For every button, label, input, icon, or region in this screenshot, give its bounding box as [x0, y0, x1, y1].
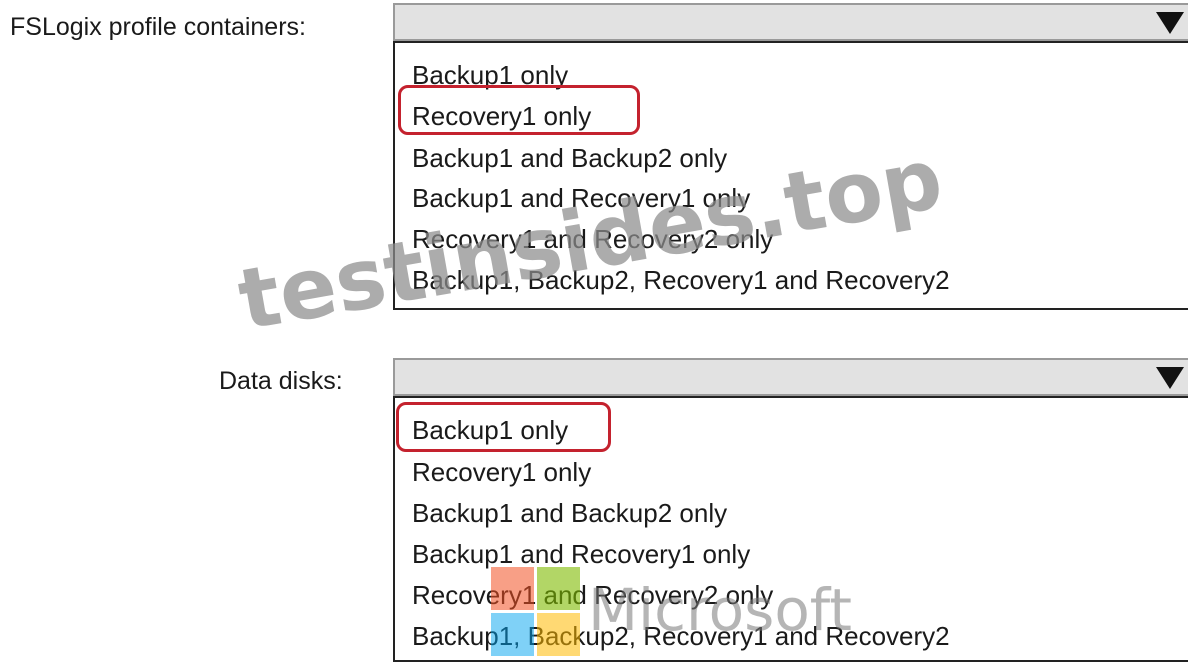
fslogix-option-recovery1-recovery2[interactable]: Recovery1 and Recovery2 only	[412, 224, 773, 254]
fslogix-label: FSLogix profile containers:	[10, 13, 306, 41]
fslogix-option-recovery1-only[interactable]: Recovery1 only	[412, 101, 591, 131]
data-disks-dropdown[interactable]	[393, 358, 1188, 396]
triangle-down-icon[interactable]	[1156, 12, 1184, 34]
fslogix-dropdown[interactable]	[393, 3, 1188, 41]
fslogix-option-all[interactable]: Backup1, Backup2, Recovery1 and Recovery…	[412, 265, 950, 295]
data-disks-option-backup1-recovery1[interactable]: Backup1 and Recovery1 only	[412, 539, 750, 569]
data-disks-option-all[interactable]: Backup1, Backup2, Recovery1 and Recovery…	[412, 621, 950, 651]
data-disks-option-backup1-backup2[interactable]: Backup1 and Backup2 only	[412, 498, 727, 528]
data-disks-option-recovery1-only[interactable]: Recovery1 only	[412, 457, 591, 487]
triangle-down-icon[interactable]	[1156, 367, 1184, 389]
data-disks-label: Data disks:	[219, 367, 343, 395]
fslogix-option-backup1-backup2[interactable]: Backup1 and Backup2 only	[412, 143, 727, 173]
fslogix-option-backup1-recovery1[interactable]: Backup1 and Recovery1 only	[412, 183, 750, 213]
data-disks-option-backup1-only[interactable]: Backup1 only	[412, 415, 568, 445]
data-disks-option-recovery1-recovery2[interactable]: Recovery1 and Recovery2 only	[412, 580, 773, 610]
fslogix-option-backup1-only[interactable]: Backup1 only	[412, 60, 568, 90]
data-disks-options-list: Backup1 only Recovery1 only Backup1 and …	[393, 396, 1188, 662]
fslogix-options-list: Backup1 only Recovery1 only Backup1 and …	[393, 41, 1188, 310]
